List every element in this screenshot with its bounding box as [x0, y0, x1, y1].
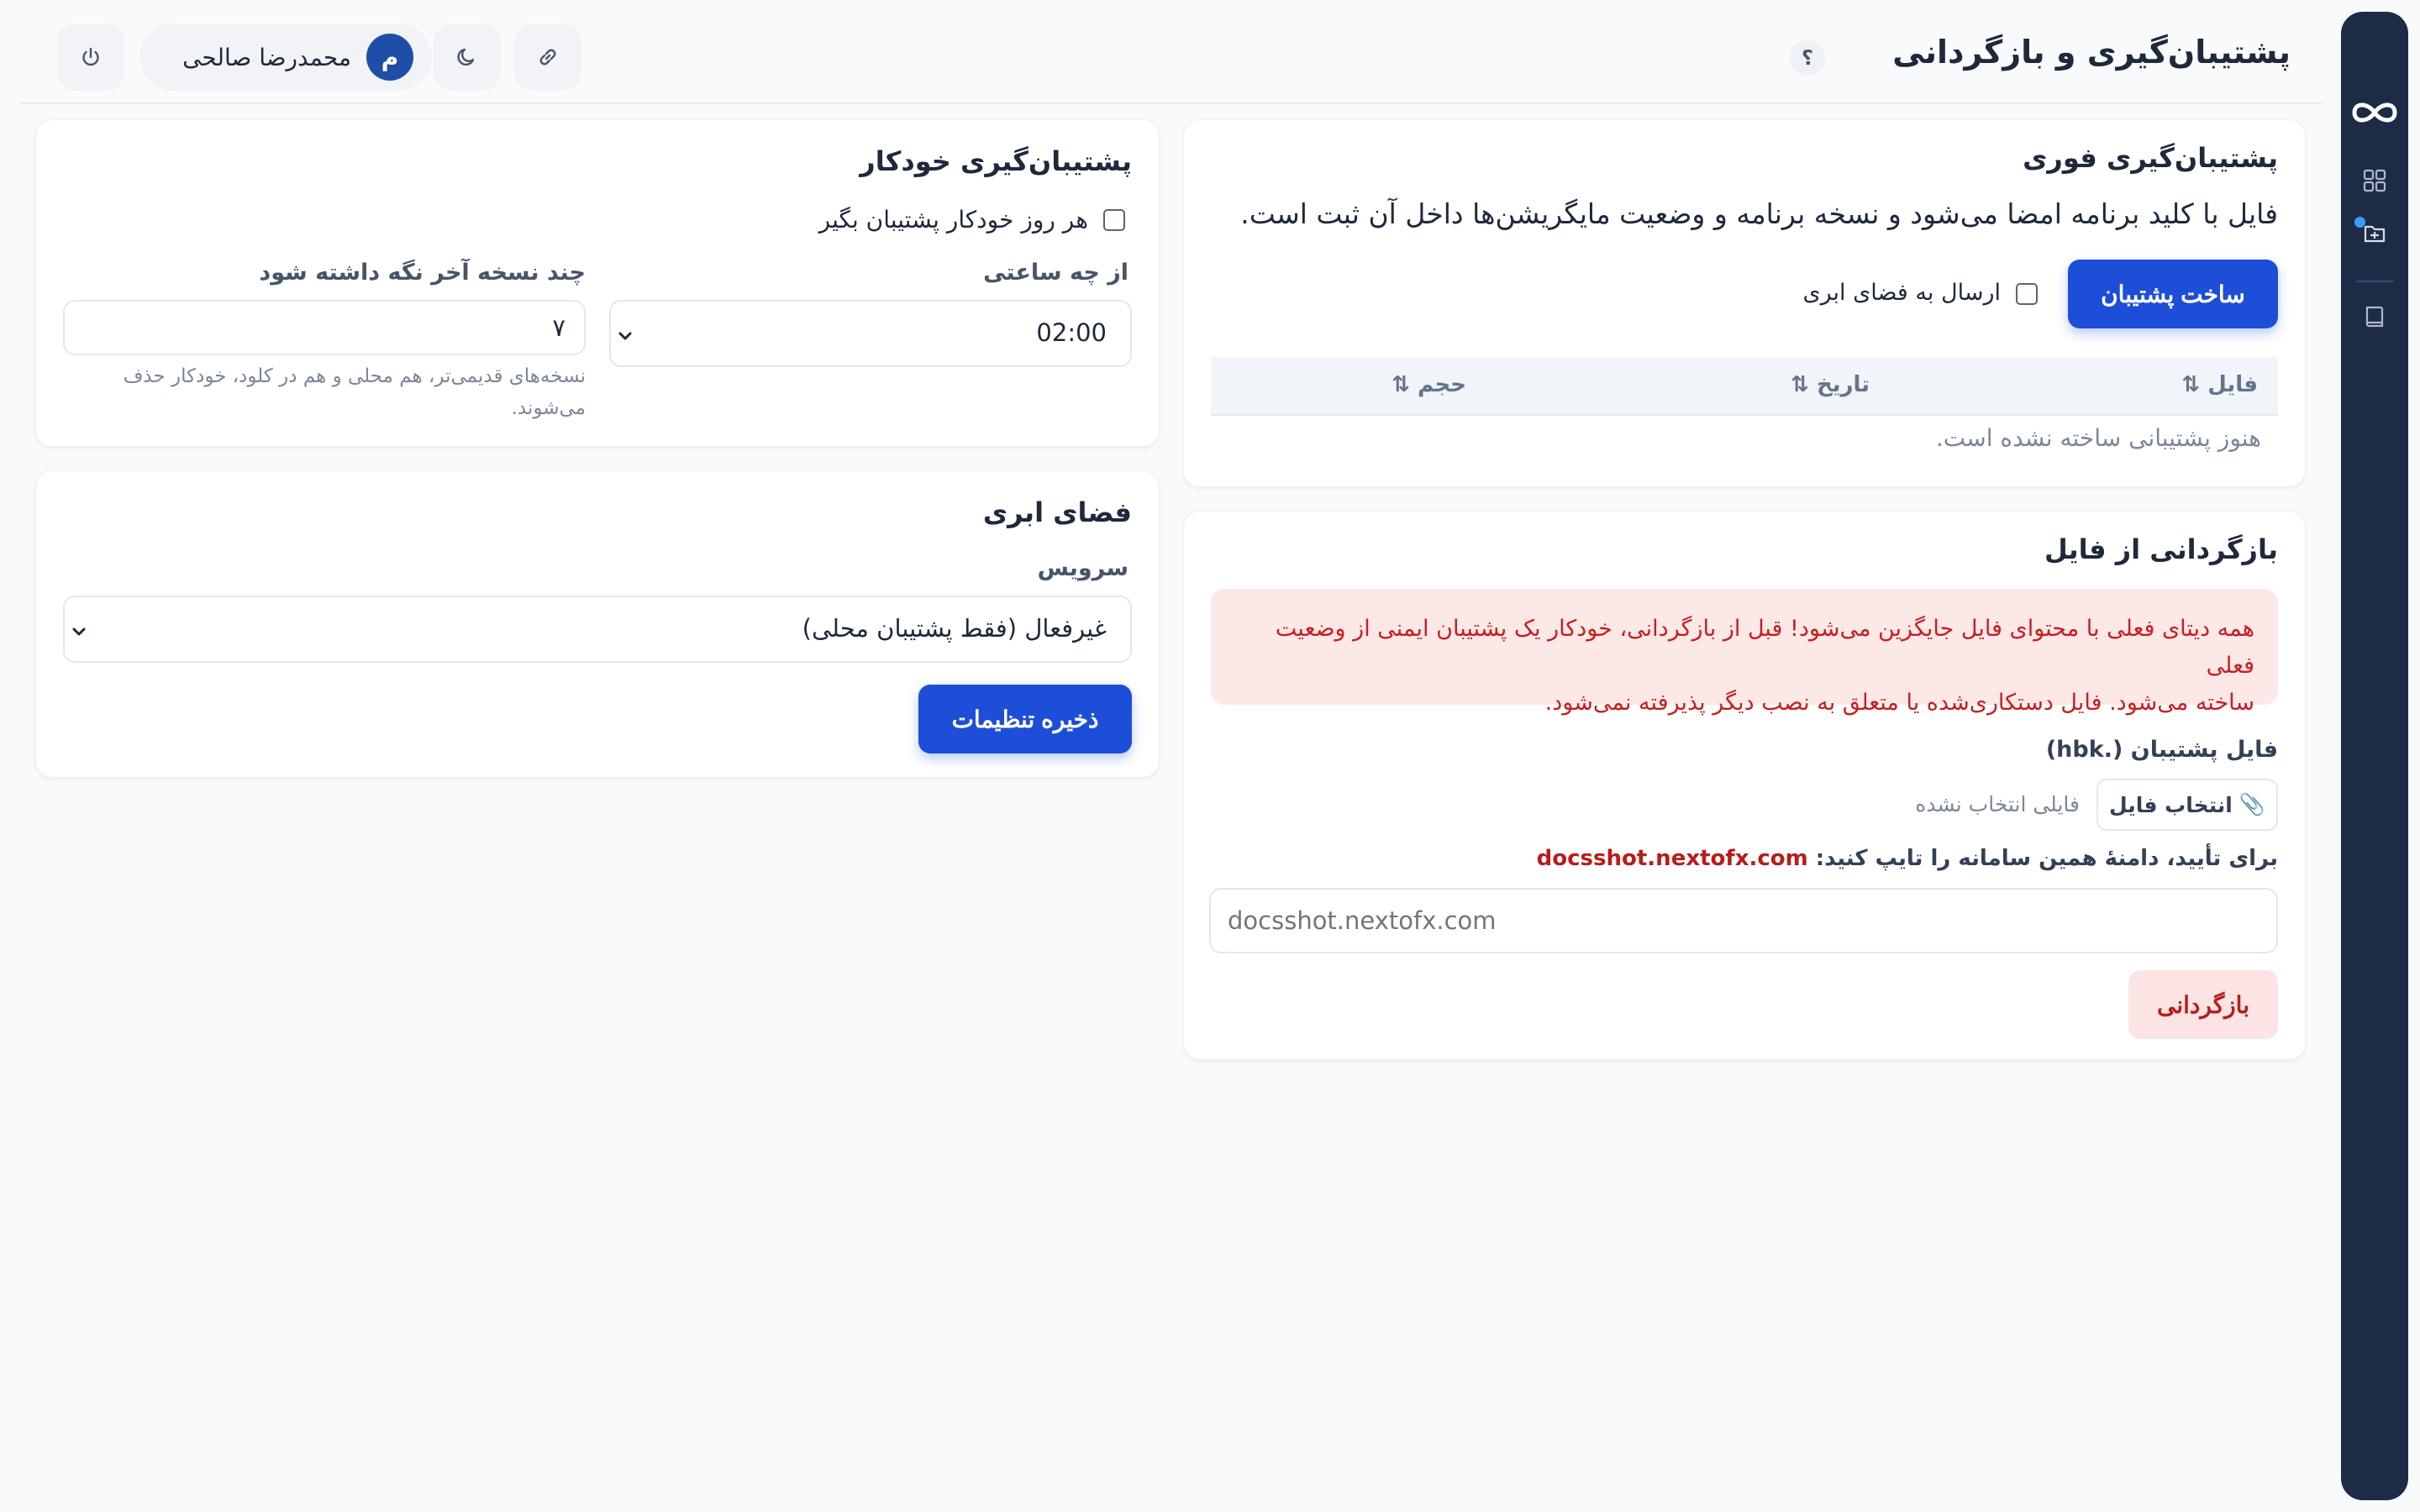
- restore-warning: همه دیتای فعلی با محتوای فایل جایگزین می…: [1211, 589, 2278, 716]
- service-label: سرویس: [1037, 555, 1128, 581]
- cloud-card: فضای ابری سرویس غیرفعال (فقط پشتیبان محل…: [35, 470, 1160, 778]
- power-icon: [82, 47, 99, 66]
- keep-count-label: چند نسخه آخر نگه داشته شود: [259, 260, 586, 286]
- keep-count-hint-line-1: نسخه‌های قدیمی‌تر، هم محلی و هم در کلود،…: [123, 365, 586, 387]
- backup-icon[interactable]: [2362, 220, 2387, 245]
- page-title: پشتیبان‌گیری و بازگردانی: [1892, 34, 2291, 71]
- restore-title: بازگردانی از فایل: [2044, 533, 2278, 565]
- chevron-down-icon: [618, 332, 632, 340]
- paperclip-icon: 📎: [2238, 792, 2265, 816]
- save-settings-button[interactable]: ذخیره تنظیمات: [918, 685, 1132, 753]
- no-file-text: فایلی انتخاب نشده: [1915, 792, 2080, 816]
- top-header: پشتیبان‌گیری و بازگردانی ؟ م محمدرضا صال…: [20, 0, 2323, 104]
- column-date[interactable]: تاریخ ⇅: [1791, 372, 1870, 397]
- time-select[interactable]: 02:00: [609, 300, 1132, 367]
- daily-backup-label: هر روز خودکار پشتیبان بگیر: [818, 206, 1088, 234]
- column-size[interactable]: حجم ⇅: [1392, 372, 1466, 397]
- instant-backup-title: پشتیبان‌گیری فوری: [2023, 142, 2278, 174]
- dashboard-grid-icon[interactable]: [2362, 168, 2387, 193]
- cloud-upload-label: ارسال به فضای ابری: [1802, 280, 2001, 306]
- confirm-domain-input[interactable]: [1209, 888, 2278, 953]
- cloud-upload-checkbox[interactable]: [2016, 283, 2038, 305]
- daily-backup-checkbox[interactable]: [1103, 209, 1125, 231]
- service-value: غیرفعال (فقط پشتیبان محلی): [802, 614, 1107, 643]
- column-file[interactable]: فایل ⇅: [2181, 372, 2258, 397]
- avatar: م: [366, 34, 413, 81]
- chevron-down-icon: [72, 627, 86, 636]
- auto-backup-title: پشتیبان‌گیری خودکار: [860, 145, 1132, 177]
- side-rail: [2341, 12, 2408, 1500]
- backup-file-label: فایل پشتیبان (.hbk): [2045, 737, 2278, 763]
- choose-file-label: انتخاب فایل: [2109, 792, 2233, 817]
- restore-card: بازگردانی از فایل همه دیتای فعلی با محتو…: [1183, 511, 2306, 1060]
- confirm-domain-instruction: برای تأیید، دامنهٔ همین سامانه را تایپ ک…: [1815, 846, 2278, 871]
- book-icon[interactable]: [2362, 304, 2387, 329]
- create-backup-button[interactable]: ساخت پشتیبان: [2068, 260, 2278, 328]
- keep-count-hint: نسخه‌های قدیمی‌تر، هم محلی و هم در کلود،…: [65, 360, 586, 424]
- user-menu[interactable]: م محمدرضا صالحی: [139, 24, 432, 91]
- logout-button[interactable]: [57, 24, 124, 91]
- time-label: از چه ساعتی: [983, 260, 1128, 286]
- cloud-title: فضای ابری: [982, 496, 1132, 528]
- link-icon: [539, 49, 556, 66]
- help-button[interactable]: ؟: [1790, 40, 1825, 76]
- restore-warning-line-1: همه دیتای فعلی با محتوای فایل جایگزین می…: [1275, 616, 2254, 679]
- instant-backup-card: پشتیبان‌گیری فوری فایل با کلید برنامه ام…: [1183, 119, 2306, 487]
- service-select[interactable]: غیرفعال (فقط پشتیبان محلی): [63, 596, 1132, 663]
- backups-empty-text: هنوز پشتیبانی ساخته نشده است.: [1935, 424, 2261, 452]
- infinity-logo-icon[interactable]: [2349, 96, 2400, 129]
- keep-count-input[interactable]: ۷: [63, 300, 586, 355]
- instant-backup-description: فایل با کلید برنامه امضا می‌شود و نسخه ب…: [1240, 197, 2278, 230]
- choose-file-button[interactable]: 📎 انتخاب فایل: [2096, 779, 2278, 831]
- confirm-domain-value: docsshot.nextofx.com: [1536, 846, 1808, 871]
- keep-count-hint-line-2: می‌شوند.: [511, 397, 586, 419]
- moon-icon: [457, 48, 475, 66]
- keep-count-value: ۷: [552, 313, 566, 342]
- restore-button[interactable]: بازگردانی: [2128, 970, 2278, 1039]
- copy-link-button[interactable]: [514, 24, 581, 91]
- auto-backup-card: پشتیبان‌گیری خودکار هر روز خودکار پشتیبا…: [35, 119, 1160, 447]
- time-value: 02:00: [1036, 318, 1107, 347]
- user-name: محمدرضا صالحی: [182, 43, 351, 71]
- backups-table-header: فایل ⇅ تاریخ ⇅ حجم ⇅: [1211, 357, 2278, 416]
- restore-warning-line-2: ساخته می‌شود. فایل دستکاری‌شده یا متعلق …: [1544, 690, 2254, 716]
- theme-toggle-button[interactable]: [434, 24, 501, 91]
- rail-divider: [2356, 281, 2393, 282]
- confirm-domain-label: برای تأیید، دامنهٔ همین سامانه را تایپ ک…: [1537, 846, 2278, 871]
